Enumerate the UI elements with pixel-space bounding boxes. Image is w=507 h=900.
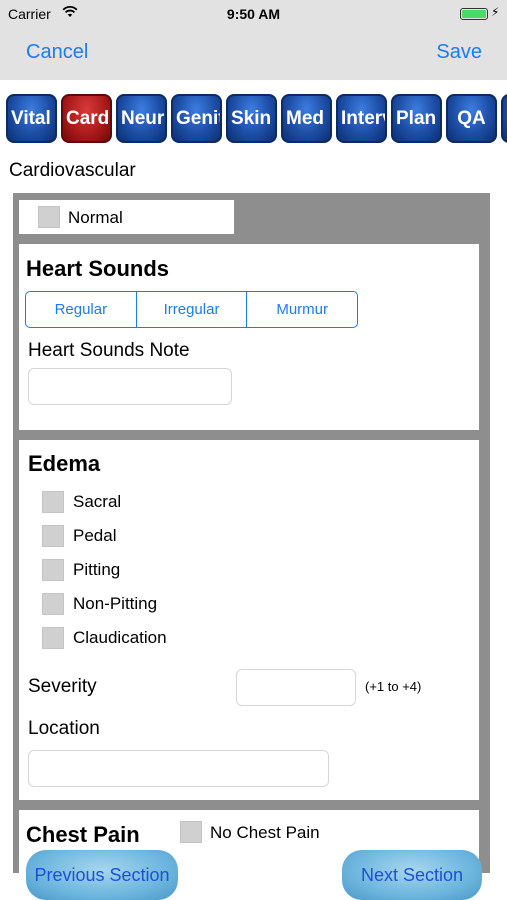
status-bar: Carrier 9:50 AM ⚡ (0, 0, 507, 28)
claudication-label: Claudication (73, 628, 167, 647)
tab-genit[interactable]: Genit (171, 94, 222, 143)
non-pitting-label: Non-Pitting (73, 594, 158, 613)
severity-input[interactable] (236, 669, 356, 706)
heart-sounds-segmented-control: Regular Irregular Murmur (25, 291, 358, 328)
cardiovascular-panel: Normal Heart Sounds Regular Irregular Mu… (13, 193, 490, 873)
location-input[interactable] (28, 750, 329, 787)
sacral-label: Sacral (73, 492, 122, 511)
no-chest-pain-checkbox[interactable] (180, 821, 202, 843)
severity-hint: (+1 to +4) (365, 679, 422, 694)
edema-title: Edema (28, 451, 101, 476)
non-pitting-checkbox[interactable] (42, 593, 64, 615)
tab-skin[interactable]: Skin (226, 94, 277, 143)
tab-cardio[interactable]: Cardi (61, 94, 112, 143)
tab-neuro[interactable]: Neuro (116, 94, 167, 143)
tab-med[interactable]: Med (281, 94, 332, 143)
pitting-label: Pitting (73, 560, 121, 579)
section-title: Cardiovascular (9, 160, 136, 181)
tab-vital[interactable]: Vital (6, 94, 57, 143)
tab-interv[interactable]: Interv (336, 94, 387, 143)
pitting-checkbox[interactable] (42, 559, 64, 581)
battery-icon (460, 8, 488, 20)
heart-sounds-title: Heart Sounds (26, 256, 170, 281)
segment-regular[interactable]: Regular (26, 292, 136, 327)
navigation-bar: Cancel Save (0, 28, 507, 80)
charging-icon: ⚡ (491, 5, 500, 19)
edema-card: Edema Sacral Pedal Pitting Non-Pitting C… (19, 440, 479, 800)
normal-row: Normal (19, 200, 234, 234)
pedal-checkbox[interactable] (42, 525, 64, 547)
segment-murmur[interactable]: Murmur (246, 292, 357, 327)
clock: 9:50 AM (226, 6, 281, 22)
tab-more[interactable] (501, 94, 507, 143)
heart-sounds-card: Heart Sounds Regular Irregular Murmur He… (19, 244, 479, 430)
chest-pain-title: Chest Pain (26, 822, 140, 847)
next-section-button[interactable]: Next Section (342, 850, 482, 900)
normal-label: Normal (68, 208, 123, 227)
save-button[interactable]: Save (436, 41, 482, 64)
normal-checkbox[interactable] (38, 206, 60, 228)
tab-qa[interactable]: QA (446, 94, 497, 143)
segment-irregular[interactable]: Irregular (135, 292, 247, 327)
location-label: Location (28, 718, 100, 739)
pedal-label: Pedal (73, 526, 117, 545)
previous-section-button[interactable]: Previous Section (26, 850, 178, 900)
sacral-checkbox[interactable] (42, 491, 64, 513)
claudication-checkbox[interactable] (42, 627, 64, 649)
heart-sounds-note-input[interactable] (28, 368, 232, 405)
no-chest-pain-label: No Chest Pain (210, 823, 320, 842)
section-tabs: Vital Cardi Neuro Genit Skin Med Interv … (6, 94, 507, 144)
cancel-button[interactable]: Cancel (26, 41, 88, 64)
heart-sounds-note-label: Heart Sounds Note (28, 340, 190, 361)
severity-label: Severity (28, 676, 97, 697)
tab-plan[interactable]: Plan (391, 94, 442, 143)
